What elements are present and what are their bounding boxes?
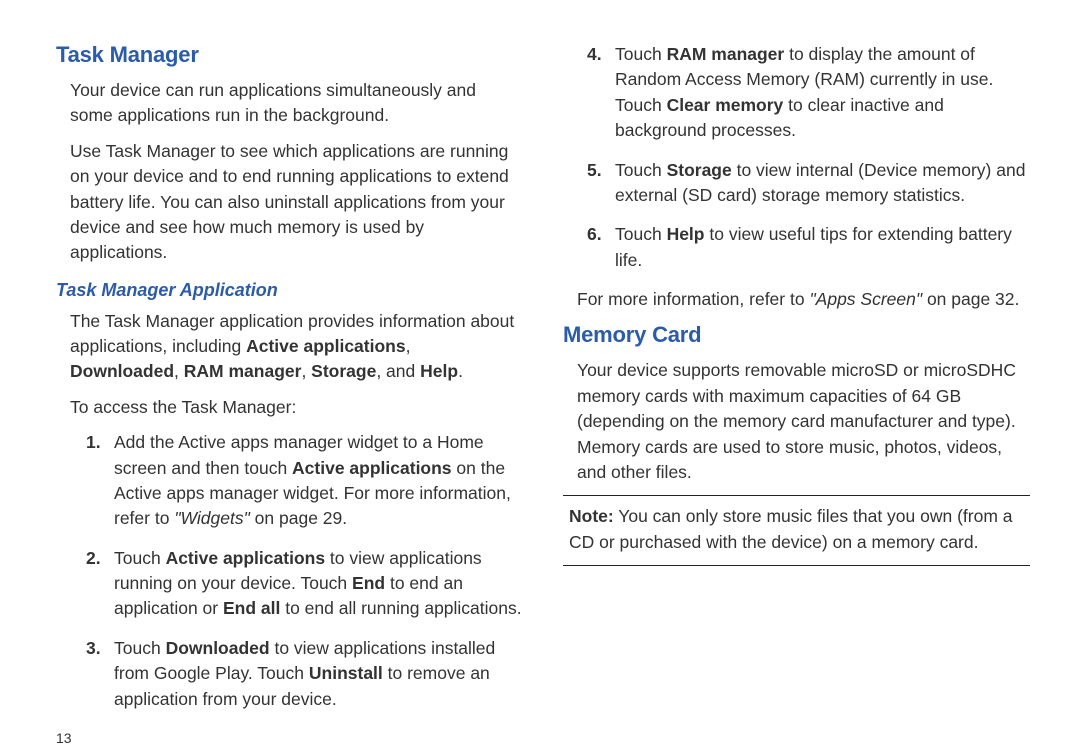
list-number: 1. [86,430,101,455]
list-item: 3. Touch Downloaded to view applications… [86,636,523,712]
paragraph: To access the Task Manager: [70,395,523,420]
list-number: 5. [587,158,602,183]
left-column: Task Manager Your device can run applica… [56,42,523,746]
divider [563,495,1030,496]
paragraph: For more information, refer to "Apps Scr… [577,287,1030,312]
right-column: 4. Touch RAM manager to display the amou… [563,42,1030,746]
list-item: 4. Touch RAM manager to display the amou… [587,42,1030,144]
ordered-list-continued: 4. Touch RAM manager to display the amou… [563,42,1030,273]
list-number: 4. [587,42,602,67]
paragraph: Use Task Manager to see which applicatio… [70,139,523,266]
list-item: 6. Touch Help to view useful tips for ex… [587,222,1030,273]
note: Note: You can only store music files tha… [563,504,1030,555]
paragraph: Your device supports removable microSD o… [577,358,1030,485]
list-item: 1. Add the Active apps manager widget to… [86,430,523,532]
list-item: 2. Touch Active applications to view app… [86,546,523,622]
list-item: 5. Touch Storage to view internal (Devic… [587,158,1030,209]
heading-task-manager: Task Manager [56,42,523,68]
list-number: 6. [587,222,602,247]
paragraph: The Task Manager application provides in… [70,309,523,385]
paragraph: Your device can run applications simulta… [70,78,523,129]
page-number: 13 [56,730,523,746]
heading-memory-card: Memory Card [563,322,1030,348]
list-number: 2. [86,546,101,571]
divider [563,565,1030,566]
subheading-task-manager-application: Task Manager Application [56,280,523,301]
list-number: 3. [86,636,101,661]
ordered-list: 1. Add the Active apps manager widget to… [56,430,523,712]
